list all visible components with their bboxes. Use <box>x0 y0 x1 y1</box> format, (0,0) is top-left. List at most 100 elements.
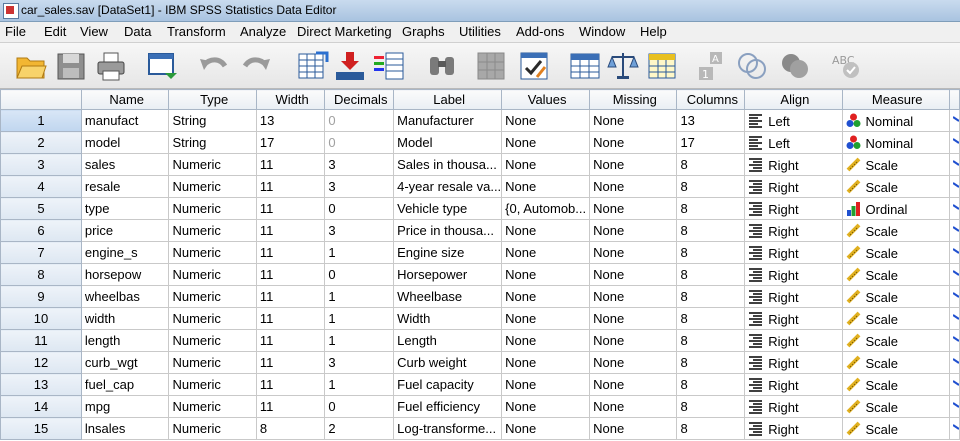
cell-missing[interactable]: None <box>589 175 678 198</box>
cell-decimals[interactable]: 1 <box>324 241 395 264</box>
cell-decimals[interactable]: 2 <box>324 417 395 440</box>
cell-columns[interactable]: 8 <box>676 395 746 418</box>
cell-missing[interactable]: None <box>589 329 678 352</box>
cell-decimals[interactable]: 3 <box>324 153 395 176</box>
cell-align[interactable]: Right <box>744 175 843 198</box>
cell-align[interactable]: Right <box>744 373 843 396</box>
cell-decimals[interactable]: 3 <box>324 219 395 242</box>
cell-row-number[interactable]: 6 <box>0 219 82 242</box>
cell-label[interactable]: Horsepower <box>393 263 503 286</box>
cell-name[interactable]: manufact <box>80 109 170 132</box>
cell-measure[interactable]: Ordinal <box>841 197 950 220</box>
cell-role[interactable] <box>948 109 960 132</box>
cell-width[interactable]: 11 <box>255 285 326 308</box>
cell-type[interactable]: Numeric <box>168 395 257 418</box>
cell-decimals[interactable]: 1 <box>324 373 395 396</box>
cell-width[interactable]: 11 <box>255 351 326 374</box>
cell-name[interactable]: model <box>80 131 170 154</box>
cell-role[interactable] <box>948 329 960 352</box>
cell-values[interactable]: None <box>501 307 591 330</box>
print-icon[interactable] <box>94 49 128 83</box>
spss-app-icon[interactable] <box>3 3 19 19</box>
cell-name[interactable]: wheelbas <box>80 285 170 308</box>
col-header-decimals[interactable]: Decimals <box>324 89 395 110</box>
cell-align[interactable]: Right <box>744 417 843 440</box>
cell-row-number[interactable]: 14 <box>0 395 82 418</box>
cell-values[interactable]: None <box>501 263 591 286</box>
use-sets-icon[interactable]: A1 <box>696 49 730 83</box>
cell-align[interactable]: Right <box>744 263 843 286</box>
cell-columns[interactable]: 8 <box>676 373 746 396</box>
cell-values[interactable]: None <box>501 285 591 308</box>
cell-decimals[interactable]: 0 <box>324 395 395 418</box>
cell-label[interactable]: Length <box>393 329 503 352</box>
cell-width[interactable]: 11 <box>255 241 326 264</box>
show-all-variables-icon[interactable] <box>735 49 769 83</box>
cell-name[interactable]: fuel_cap <box>80 373 170 396</box>
cell-columns[interactable]: 13 <box>676 109 746 132</box>
cell-measure[interactable]: Scale <box>841 263 950 286</box>
cell-align[interactable]: Right <box>744 307 843 330</box>
cell-type[interactable]: Numeric <box>168 153 257 176</box>
cell-role[interactable] <box>948 241 960 264</box>
cell-measure[interactable]: Scale <box>841 241 950 264</box>
cell-missing[interactable]: None <box>589 395 678 418</box>
cell-missing[interactable]: None <box>589 241 678 264</box>
menu-analyze[interactable]: Analyze <box>240 24 286 39</box>
cell-values[interactable]: None <box>501 351 591 374</box>
cell-measure[interactable]: Nominal <box>841 109 950 132</box>
cell-columns[interactable]: 8 <box>676 153 746 176</box>
cell-values[interactable]: None <box>501 175 591 198</box>
cell-align[interactable]: Right <box>744 197 843 220</box>
cell-width[interactable]: 11 <box>255 373 326 396</box>
col-header-name[interactable]: Name <box>80 89 170 110</box>
cell-columns[interactable]: 8 <box>676 285 746 308</box>
cell-name[interactable]: type <box>80 197 170 220</box>
cell-columns[interactable]: 8 <box>676 241 746 264</box>
cell-values[interactable]: None <box>501 395 591 418</box>
cell-align[interactable]: Left <box>744 109 843 132</box>
cell-role[interactable] <box>948 307 960 330</box>
cell-label[interactable]: Curb weight <box>393 351 503 374</box>
menu-graphs[interactable]: Graphs <box>402 24 445 39</box>
cell-type[interactable]: Numeric <box>168 351 257 374</box>
goto-case-icon[interactable] <box>296 49 330 83</box>
cell-measure[interactable]: Scale <box>841 351 950 374</box>
cell-missing[interactable]: None <box>589 417 678 440</box>
cell-type[interactable]: Numeric <box>168 373 257 396</box>
menu-add-ons[interactable]: Add-ons <box>516 24 564 39</box>
cell-columns[interactable]: 8 <box>676 197 746 220</box>
cell-decimals[interactable]: 0 <box>324 197 395 220</box>
cell-role[interactable] <box>948 219 960 242</box>
cell-row-number[interactable]: 8 <box>0 263 82 286</box>
cell-type[interactable]: Numeric <box>168 197 257 220</box>
menu-transform[interactable]: Transform <box>167 24 226 39</box>
cell-name[interactable]: sales <box>80 153 170 176</box>
cell-align[interactable]: Right <box>744 285 843 308</box>
cell-values[interactable]: None <box>501 417 591 440</box>
cell-row-number[interactable]: 9 <box>0 285 82 308</box>
col-header-type[interactable]: Type <box>168 89 257 110</box>
cell-width[interactable]: 11 <box>255 153 326 176</box>
menu-view[interactable]: View <box>80 24 108 39</box>
cell-type[interactable]: Numeric <box>168 307 257 330</box>
cell-measure[interactable]: Scale <box>841 329 950 352</box>
cell-row-number[interactable]: 5 <box>0 197 82 220</box>
cell-name[interactable]: lnsales <box>80 417 170 440</box>
cell-missing[interactable]: None <box>589 307 678 330</box>
cell-missing[interactable]: None <box>589 373 678 396</box>
cell-row-number[interactable]: 10 <box>0 307 82 330</box>
cell-measure[interactable]: Scale <box>841 219 950 242</box>
cell-missing[interactable]: None <box>589 109 678 132</box>
cell-type[interactable]: String <box>168 109 257 132</box>
cell-label[interactable]: Fuel capacity <box>393 373 503 396</box>
cell-type[interactable]: String <box>168 131 257 154</box>
cell-values[interactable]: None <box>501 373 591 396</box>
cell-label[interactable]: 4-year resale va... <box>393 175 503 198</box>
cell-type[interactable]: Numeric <box>168 219 257 242</box>
cell-decimals[interactable]: 1 <box>324 285 395 308</box>
cell-columns[interactable]: 8 <box>676 263 746 286</box>
cell-row-number[interactable]: 7 <box>0 241 82 264</box>
cell-missing[interactable]: None <box>589 153 678 176</box>
cell-columns[interactable]: 8 <box>676 219 746 242</box>
